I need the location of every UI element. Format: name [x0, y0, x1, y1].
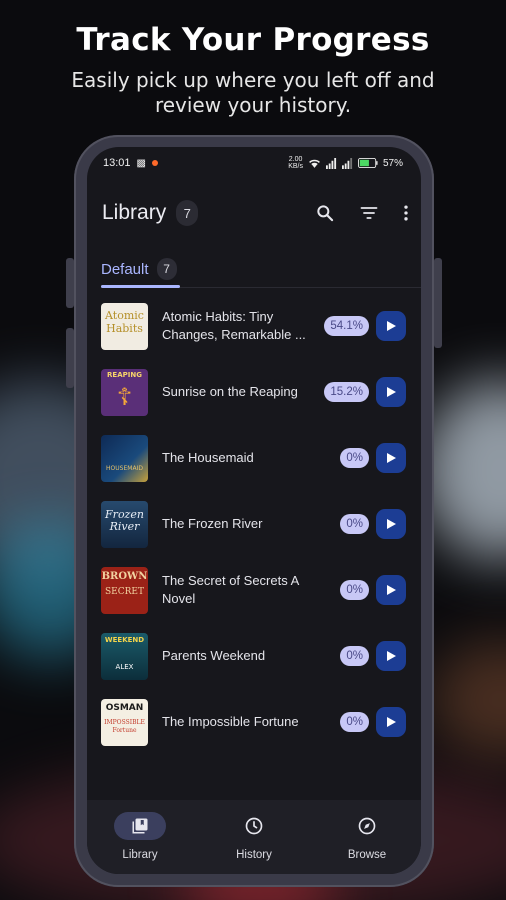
signal-icon	[325, 157, 337, 169]
book-cover: OSMAN IMPOSSIBLE Fortune	[101, 698, 148, 746]
nav-label: History	[236, 849, 272, 861]
library-count-badge: 7	[176, 200, 199, 226]
book-cover: Atomic Habits	[101, 302, 148, 350]
book-cover: HOUSEMAID	[101, 434, 148, 482]
search-icon[interactable]	[315, 203, 335, 223]
progress-badge: 0%	[340, 514, 369, 534]
progress-badge: 0%	[340, 712, 369, 732]
list-item[interactable]: HOUSEMAID The Housemaid 0%	[87, 429, 421, 487]
filter-icon[interactable]	[359, 203, 379, 223]
list-item[interactable]: BROWN SECRET The Secret of Secrets A Nov…	[87, 561, 421, 619]
tab-bar: Default 7	[101, 251, 421, 288]
book-cover: REAPING ☦	[101, 368, 148, 416]
android-icon: ▩	[136, 157, 146, 169]
play-icon	[387, 453, 396, 463]
nav-history[interactable]: History	[209, 812, 299, 861]
play-button[interactable]	[376, 377, 406, 407]
play-button[interactable]	[376, 575, 406, 605]
book-title: The Impossible Fortune	[162, 714, 299, 729]
play-icon	[387, 519, 396, 529]
book-cover: WEEKEND ALEX	[101, 632, 148, 680]
list-item[interactable]: WEEKEND ALEX Parents Weekend 0%	[87, 627, 421, 685]
phone-side-button	[434, 258, 442, 348]
nav-label: Browse	[347, 849, 387, 861]
progress-badge: 0%	[340, 580, 369, 600]
page-title: Library	[102, 201, 167, 224]
nav-icon-wrap	[341, 812, 393, 840]
more-vert-icon[interactable]	[403, 203, 409, 223]
play-button[interactable]	[376, 707, 406, 737]
play-icon	[387, 321, 396, 331]
list-item[interactable]: REAPING ☦ Sunrise on the Reaping 15.2%	[87, 363, 421, 421]
play-button[interactable]	[376, 641, 406, 671]
list-item[interactable]: Atomic Habits Atomic Habits: Tiny Changes…	[87, 297, 421, 355]
tab-indicator	[101, 285, 180, 288]
promo-subline: Easily pick up where you left off and re…	[71, 68, 435, 117]
battery-icon	[357, 158, 378, 168]
book-title: Sunrise on the Reaping	[162, 384, 298, 399]
nav-active-indicator	[114, 812, 166, 840]
play-button[interactable]	[376, 509, 406, 539]
book-title: The Frozen River	[162, 516, 263, 531]
status-time: 13:01	[103, 157, 131, 169]
library-icon	[132, 818, 148, 834]
play-button[interactable]	[376, 311, 406, 341]
play-icon	[387, 585, 396, 595]
promo-headline: Track Your Progress	[76, 22, 430, 58]
network-speed: 2.00 KB/s	[288, 156, 303, 170]
app-bar: Library 7	[102, 197, 409, 229]
list-item[interactable]: OSMAN IMPOSSIBLE Fortune The Impossible F…	[87, 693, 421, 751]
bottom-navigation: Library History Browse	[87, 800, 421, 874]
nav-library[interactable]: Library	[95, 812, 185, 861]
battery-percent: 57%	[382, 157, 403, 169]
play-icon	[387, 651, 396, 661]
play-icon	[387, 717, 396, 727]
book-cover: BROWN SECRET	[101, 566, 148, 614]
play-button[interactable]	[376, 443, 406, 473]
progress-badge: 0%	[340, 448, 369, 468]
wifi-icon	[309, 159, 320, 168]
progress-badge: 54.1%	[324, 316, 369, 336]
tab-count-badge: 7	[156, 258, 177, 280]
nav-label: Library	[122, 849, 158, 861]
nav-browse[interactable]: Browse	[322, 812, 412, 861]
book-title: The Secret of Secrets A Novel	[162, 573, 299, 606]
tab-label: Default	[101, 260, 149, 278]
book-title: The Housemaid	[162, 450, 254, 465]
book-title: Parents Weekend	[162, 648, 266, 663]
list-item[interactable]: Frozen River The Frozen River 0%	[87, 495, 421, 553]
play-icon	[387, 387, 396, 397]
history-icon	[245, 817, 263, 835]
app-screen: 13:01 ▩ 2.00 KB/s 57% Library 7 Default …	[87, 147, 421, 874]
notification-dot	[151, 160, 158, 166]
nav-icon-wrap	[228, 812, 280, 840]
book-cover: Frozen River	[101, 500, 148, 548]
compass-icon	[358, 817, 376, 835]
progress-badge: 15.2%	[324, 382, 369, 402]
book-title: Atomic Habits: Tiny Changes, Remarkable …	[162, 309, 306, 342]
status-bar: 13:01 ▩ 2.00 KB/s 57%	[103, 155, 403, 171]
tab-default[interactable]: Default 7	[101, 251, 180, 288]
phone-side-button	[66, 328, 74, 388]
progress-badge: 0%	[340, 646, 369, 666]
phone-side-button	[66, 258, 74, 308]
signal-icon	[341, 157, 353, 169]
